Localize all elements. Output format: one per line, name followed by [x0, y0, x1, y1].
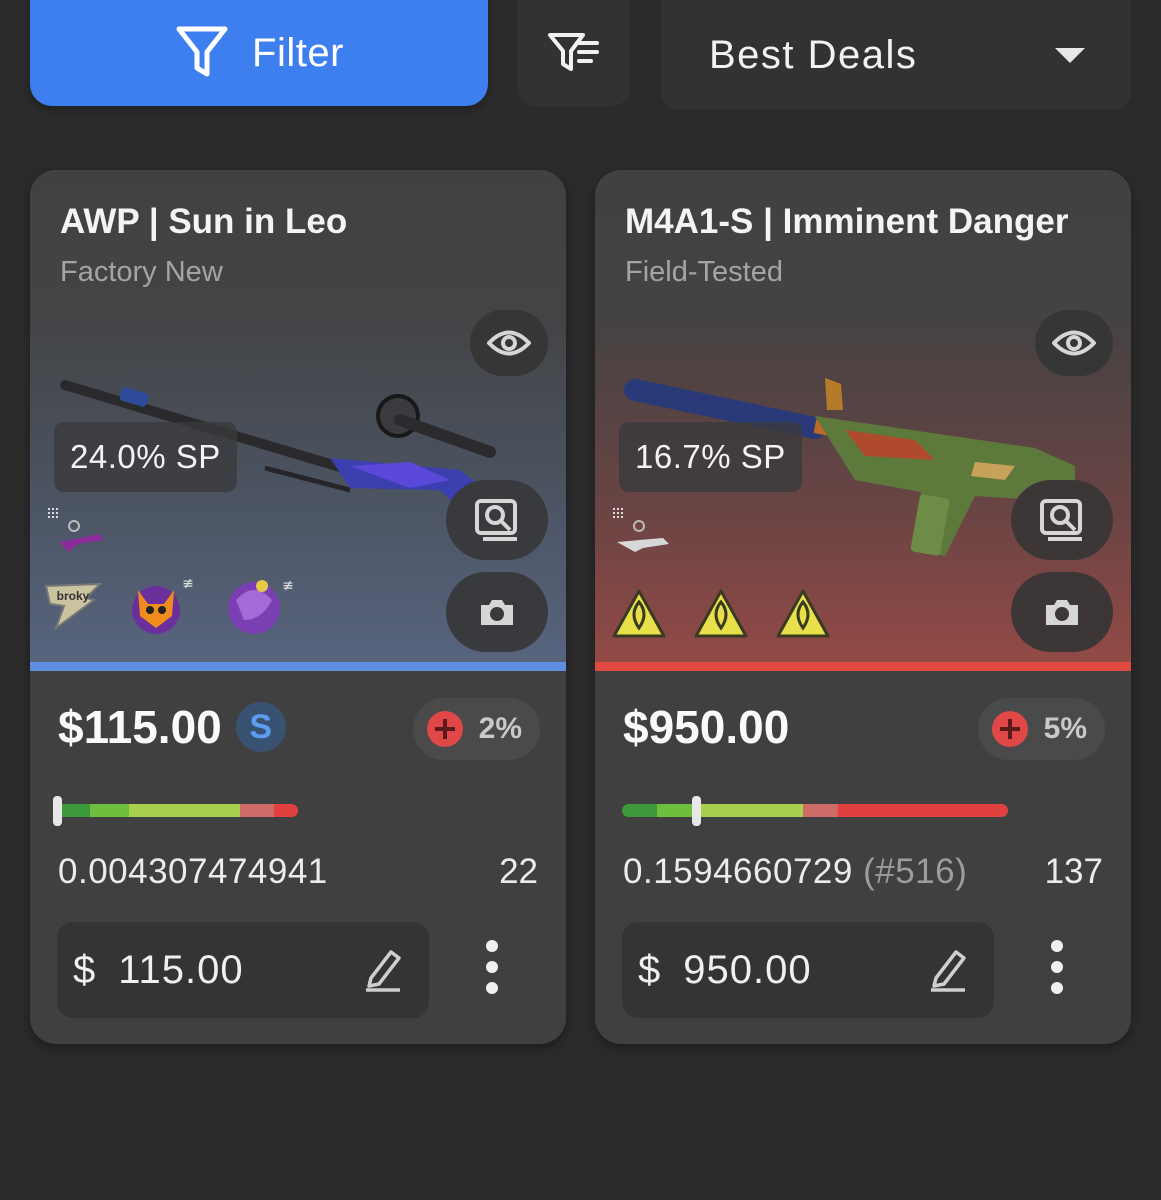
svg-text:≢: ≢ [282, 578, 294, 594]
sticker-danger-warning [612, 589, 666, 638]
price-change-value: 2% [478, 712, 522, 745]
dot [486, 961, 498, 973]
price-input-value: 115.00 [118, 947, 244, 992]
screenshot-button[interactable] [446, 572, 548, 652]
float-value: 0.1594660729 (#516) [623, 852, 967, 892]
sort-lines-funnel-icon [548, 33, 599, 71]
sticker-row: broky ≢ ≢ [42, 576, 298, 638]
funnel-icon [176, 26, 228, 77]
inspect-button[interactable] [1011, 480, 1113, 560]
dot [486, 982, 498, 994]
rarity-bar [595, 662, 1131, 671]
sticker-purple-creature: ≢ [228, 578, 294, 634]
chevron-down-icon [1055, 48, 1085, 63]
item-price: $950.00 [623, 700, 789, 754]
item-card[interactable]: AWP | Sun in Leo Factory New 24.0% SP br… [30, 170, 566, 1044]
sticker-danger-warning [776, 589, 830, 638]
currency-symbol: $ [73, 947, 97, 992]
float-number: 0.004307474941 [58, 852, 328, 891]
sort-value: Best Deals [709, 32, 918, 77]
float-marker [53, 796, 62, 826]
float-number: 0.1594660729 [623, 852, 853, 891]
price-change-badge[interactable]: 2% [412, 698, 540, 760]
rarity-bar [30, 662, 566, 671]
camera-icon [481, 600, 513, 625]
sp-badge: 24.0% SP [54, 422, 237, 492]
screenshot-button[interactable] [1011, 572, 1113, 652]
sp-badge: 16.7% SP [619, 422, 802, 492]
inspect-search-icon [475, 499, 517, 541]
price-value: $115.00 [58, 701, 222, 753]
watch-button[interactable] [1035, 310, 1113, 376]
dot [1051, 940, 1063, 952]
dot [1051, 982, 1063, 994]
svg-text:broky: broky [57, 589, 90, 603]
plus-icon [991, 711, 1028, 747]
inspect-search-icon [1040, 499, 1082, 541]
sort-options-button[interactable] [518, 0, 630, 106]
filter-button[interactable]: Filter [30, 0, 488, 106]
charm-icon [48, 508, 104, 552]
float-rank: (#516) [863, 852, 968, 891]
inspect-button[interactable] [446, 480, 548, 560]
sort-dropdown[interactable]: Best Deals [661, 0, 1131, 110]
more-options-button[interactable] [480, 940, 504, 994]
item-price: $115.00 S [58, 700, 286, 754]
float-marker [692, 796, 701, 826]
currency-badge: S [235, 702, 286, 752]
sticker-row [611, 588, 831, 640]
pencil-icon[interactable] [928, 946, 968, 992]
more-options-button[interactable] [1045, 940, 1069, 994]
price-value: $950.00 [623, 701, 790, 753]
float-wear-bar [622, 804, 1008, 817]
dot [486, 940, 498, 952]
charm-icon [613, 508, 669, 552]
item-card[interactable]: M4A1-S | Imminent Danger Field-Tested 16… [595, 170, 1131, 1044]
eye-icon [1052, 330, 1096, 356]
price-input[interactable]: $ 950.00 [622, 922, 994, 1018]
item-title: M4A1-S | Imminent Danger [625, 202, 1069, 241]
filter-label: Filter [252, 30, 344, 75]
item-wear: Field-Tested [625, 256, 783, 288]
float-wear-bar [56, 804, 298, 817]
dot [1051, 961, 1063, 973]
pattern-seed: 137 [1044, 852, 1103, 891]
price-input[interactable]: $ 115.00 [57, 922, 429, 1018]
pattern-seed: 22 [499, 852, 538, 891]
float-value: 0.004307474941 [58, 852, 328, 892]
item-wear: Factory New [60, 256, 223, 288]
eye-icon [487, 330, 531, 356]
price-input-value: 950.00 [683, 947, 812, 992]
price-change-badge[interactable]: 5% [977, 698, 1105, 760]
price-change-value: 5% [1043, 712, 1087, 745]
sticker-fox: ≢ [132, 576, 194, 634]
svg-text:≢: ≢ [182, 576, 194, 592]
sticker-broky: broky [44, 582, 103, 631]
pencil-icon[interactable] [363, 946, 403, 992]
plus-icon [426, 711, 463, 747]
item-title: AWP | Sun in Leo [60, 202, 348, 241]
sticker-danger-warning [694, 589, 748, 638]
watch-button[interactable] [470, 310, 548, 376]
currency-symbol: $ [638, 947, 662, 992]
camera-icon [1046, 600, 1078, 625]
